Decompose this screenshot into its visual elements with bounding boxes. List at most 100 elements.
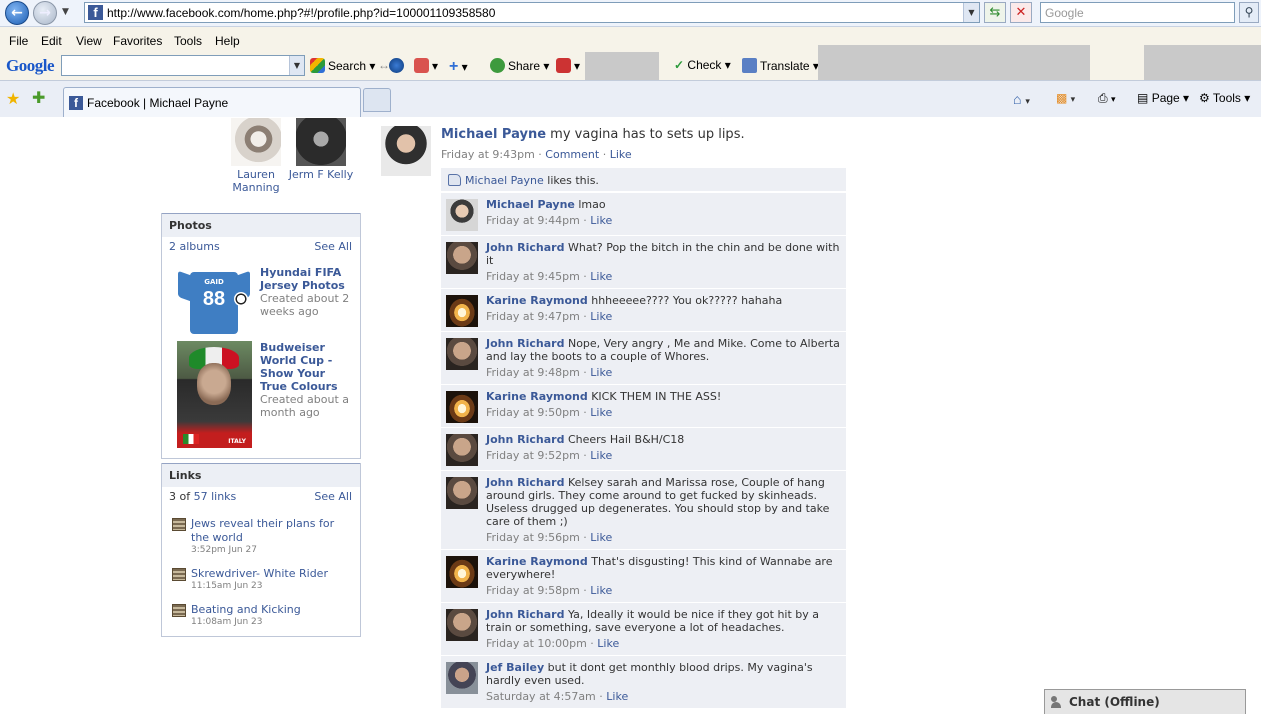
comment-like-link[interactable]: Like xyxy=(590,449,612,462)
forward-button[interactable]: → xyxy=(33,1,57,25)
comment-author[interactable]: Karine Raymond xyxy=(486,555,588,568)
comment-avatar[interactable] xyxy=(446,338,478,370)
comment-author[interactable]: Jef Bailey xyxy=(486,661,544,674)
comment: John Richard Ya, Ideally it would be nic… xyxy=(441,603,846,656)
comment: Michael Payne lmao Friday at 9:44pm · Li… xyxy=(441,193,846,236)
share-button[interactable]: Share ▾ xyxy=(490,58,549,73)
comment-author[interactable]: John Richard xyxy=(486,433,564,446)
comment: John Richard Nope, Very angry , Me and M… xyxy=(441,332,846,385)
chat-bar[interactable]: Chat (Offline) xyxy=(1044,689,1246,714)
link-title[interactable]: Beating and Kicking xyxy=(191,603,301,616)
comment-author[interactable]: John Richard xyxy=(486,476,564,489)
spellcheck-button[interactable]: ✓ Check ▾ xyxy=(674,58,731,72)
comment-like-link[interactable]: Like xyxy=(590,406,612,419)
comment-avatar[interactable] xyxy=(446,477,478,509)
sidewiki-icon[interactable]: ▾ xyxy=(556,58,580,73)
address-text[interactable]: http://www.facebook.com/home.php?#!/prof… xyxy=(107,6,495,20)
story-author-avatar[interactable] xyxy=(381,126,431,176)
google-search-dropdown-icon[interactable]: ▼ xyxy=(289,56,304,75)
comment-avatar[interactable] xyxy=(446,199,478,231)
comment: Karine Raymond That's disgusting! This k… xyxy=(441,550,846,603)
menu-favorites[interactable]: Favorites xyxy=(113,34,162,48)
plus-icon[interactable]: + ▾ xyxy=(449,58,468,76)
links-count-link[interactable]: 57 links xyxy=(194,490,237,503)
comment-author[interactable]: John Richard xyxy=(486,608,564,621)
favorites-star-icon[interactable]: ★ xyxy=(6,89,20,108)
albums-count-link[interactable]: 2 albums xyxy=(169,240,220,253)
tab-row: ★ ✚ f Facebook | Michael Payne ⌂ ▾ ▩ ▾ ⎙… xyxy=(0,80,1261,117)
friend-photo[interactable] xyxy=(231,118,281,166)
menu-file[interactable]: File xyxy=(9,34,28,48)
story-author[interactable]: Michael Payne xyxy=(441,127,546,142)
links-see-all-link[interactable]: See All xyxy=(314,490,352,503)
story-time[interactable]: Friday at 9:43pm xyxy=(441,148,535,161)
google-search-input[interactable]: ▼ xyxy=(61,55,305,76)
friend-photo[interactable] xyxy=(296,118,346,166)
back-button[interactable]: ← xyxy=(5,1,29,25)
menu-tools[interactable]: Tools xyxy=(174,34,202,48)
link-title[interactable]: Jews reveal their plans for the world xyxy=(191,517,334,544)
menu-view[interactable]: View xyxy=(76,34,102,48)
add-favorite-icon[interactable]: ✚ xyxy=(32,88,45,107)
bookmarks-icon[interactable]: ▾ xyxy=(414,58,438,73)
stop-icon[interactable]: ✕ xyxy=(1010,2,1032,23)
friend-lauren-manning[interactable]: Lauren Manning xyxy=(221,118,291,194)
comment-author[interactable]: John Richard xyxy=(486,337,564,350)
budweiser-photo[interactable]: ITALY xyxy=(177,341,252,448)
comment-like-link[interactable]: Like xyxy=(590,214,612,227)
new-tab-button[interactable] xyxy=(363,88,391,112)
friend-jerm-f-kelly[interactable]: Jerm F Kelly xyxy=(286,118,356,181)
tools-menu[interactable]: ⚙ Tools ▾ xyxy=(1199,91,1250,105)
feeds-icon[interactable]: ▩ ▾ xyxy=(1056,91,1075,105)
comment-like-link[interactable]: Like xyxy=(590,366,612,379)
google-logo[interactable]: Google xyxy=(6,56,55,76)
link-title[interactable]: Skrewdriver- White Rider xyxy=(191,567,328,580)
page-menu[interactable]: ▤ Page ▾ xyxy=(1137,91,1189,105)
comment-author[interactable]: Karine Raymond xyxy=(486,294,588,307)
comment-like-link[interactable]: Like xyxy=(590,270,612,283)
friend-name[interactable]: Jerm F Kelly xyxy=(289,168,353,181)
menu-edit[interactable]: Edit xyxy=(41,34,62,48)
comment-like-link[interactable]: Like xyxy=(590,310,612,323)
comment-avatar[interactable] xyxy=(446,434,478,466)
translate-button[interactable]: Translate ▾ xyxy=(742,58,819,73)
comment-avatar[interactable] xyxy=(446,295,478,327)
comment-link[interactable]: Comment xyxy=(545,148,599,161)
comment-avatar[interactable] xyxy=(446,662,478,694)
comment-like-link[interactable]: Like xyxy=(606,690,628,703)
likes-name[interactable]: Michael Payne xyxy=(465,174,544,187)
globe-icon[interactable] xyxy=(389,58,407,73)
friend-name[interactable]: Lauren Manning xyxy=(232,168,279,194)
comment-avatar[interactable] xyxy=(446,609,478,641)
history-dropdown-icon[interactable]: ▼ xyxy=(62,7,72,19)
album-title[interactable]: Hyundai FIFA Jersey Photos Created about… xyxy=(260,266,355,318)
comment-avatar[interactable] xyxy=(446,556,478,588)
photos-see-all-link[interactable]: See All xyxy=(314,240,352,253)
album-meta: Created about a month ago xyxy=(260,393,350,419)
comment-like-link[interactable]: Like xyxy=(597,637,619,650)
comment-text: Cheers Hail B&H/C18 xyxy=(567,433,685,446)
comment-author[interactable]: John Richard xyxy=(486,241,564,254)
refresh-icon[interactable]: ⇆ xyxy=(984,2,1006,23)
comment-avatar[interactable] xyxy=(446,391,478,423)
print-icon[interactable]: ⎙ ▾ xyxy=(1098,91,1115,106)
home-icon[interactable]: ⌂ ▾ xyxy=(1013,91,1030,107)
search-icon[interactable]: ⚲ xyxy=(1239,2,1259,23)
comment-author[interactable]: Michael Payne xyxy=(486,198,575,211)
menu-help[interactable]: Help xyxy=(215,34,240,48)
address-dropdown-icon[interactable]: ▼ xyxy=(963,3,979,22)
comment-author[interactable]: Karine Raymond xyxy=(486,390,588,403)
comment-like-link[interactable]: Like xyxy=(590,584,612,597)
address-bar[interactable]: f http://www.facebook.com/home.php?#!/pr… xyxy=(84,2,980,23)
comment-like-link[interactable]: Like xyxy=(590,531,612,544)
jersey-photo[interactable]: GAID 88 xyxy=(178,266,250,334)
browser-search-input[interactable]: Google xyxy=(1040,2,1235,23)
like-link[interactable]: Like xyxy=(610,148,632,161)
google-search-button[interactable]: Search ▾ xyxy=(310,58,375,73)
album-title[interactable]: Budweiser World Cup - Show Your True Col… xyxy=(260,341,355,419)
comment-avatar[interactable] xyxy=(446,242,478,274)
film-icon xyxy=(172,568,186,581)
links-subheader: 3 of 57 links See All xyxy=(162,487,360,507)
links-count-prefix: 3 of xyxy=(169,490,194,503)
tab-facebook[interactable]: f Facebook | Michael Payne xyxy=(63,87,361,117)
